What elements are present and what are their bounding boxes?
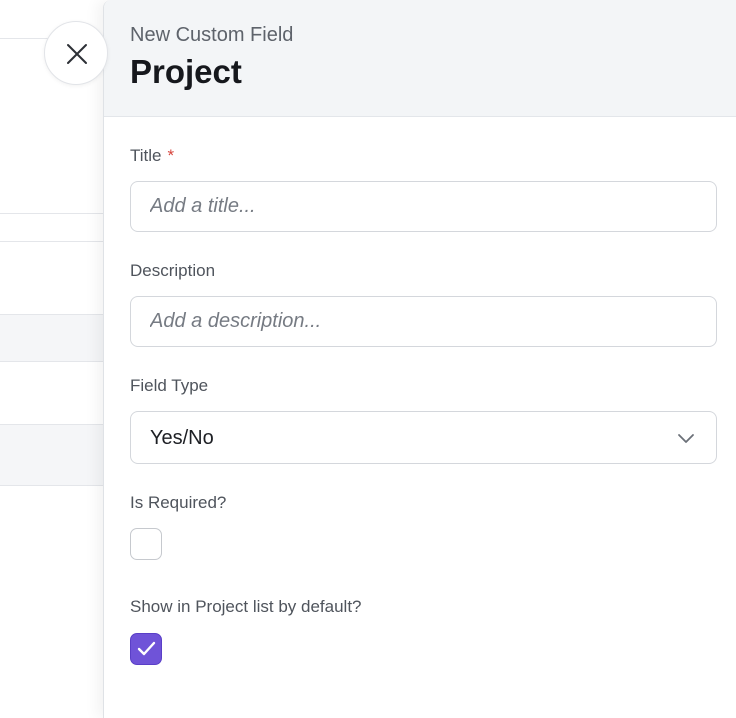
background-page [0, 0, 110, 718]
background-divider [0, 424, 110, 425]
title-label-text: Title [130, 146, 162, 165]
is-required-checkbox[interactable] [130, 528, 162, 560]
panel-subtitle: New Custom Field [130, 24, 294, 46]
show-in-list-label: Show in Project list by default? [130, 597, 362, 616]
background-row-highlight [0, 314, 110, 361]
background-divider [0, 241, 110, 242]
custom-field-panel: New Custom Field Project Title * Descript… [103, 0, 736, 718]
chevron-down-icon [677, 431, 695, 449]
description-input[interactable] [130, 296, 717, 347]
background-divider [0, 314, 110, 315]
field-type-label: Field Type [130, 376, 209, 395]
required-marker: * [167, 146, 175, 165]
show-in-list-checkbox[interactable] [130, 633, 162, 665]
title-input[interactable] [130, 181, 717, 232]
background-divider [0, 485, 110, 486]
field-type-value: Yes/No [150, 427, 214, 449]
background-row-highlight [0, 424, 110, 485]
checkmark-icon [137, 641, 156, 656]
panel-header: New Custom Field Project [104, 0, 736, 117]
title-label: Title * [130, 145, 174, 167]
is-required-label: Is Required? [130, 493, 227, 512]
field-type-select[interactable]: Yes/No [130, 411, 717, 464]
background-divider [0, 213, 110, 214]
close-icon [67, 44, 87, 64]
background-divider [0, 361, 110, 362]
description-label: Description [130, 261, 216, 280]
panel-title: Project [130, 53, 242, 90]
close-button[interactable] [44, 21, 108, 85]
